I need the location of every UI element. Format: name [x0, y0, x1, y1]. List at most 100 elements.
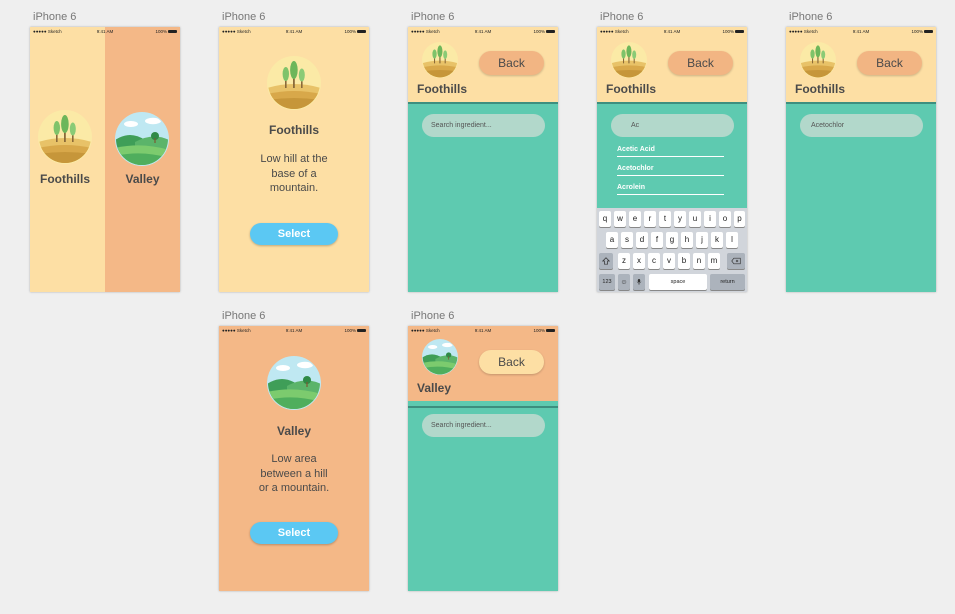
- keyboard: q w e r t y u i o p a s d f g h j k l z …: [597, 208, 747, 292]
- key[interactable]: c: [648, 253, 660, 269]
- key[interactable]: w: [614, 211, 626, 227]
- foothills-icon: [422, 42, 458, 78]
- header-bar: Foothills Back: [597, 27, 747, 102]
- back-button[interactable]: Back: [857, 51, 922, 75]
- key[interactable]: x: [633, 253, 645, 269]
- battery-percent: 100%: [911, 28, 923, 34]
- battery-icon: [924, 29, 933, 34]
- emoji-icon: ☺: [620, 279, 628, 286]
- valley-panel[interactable]: Valley: [105, 27, 180, 292]
- phone-screen: ●●●●● Sketch 9:41 AM 100% Foothills Low …: [219, 27, 369, 292]
- return-key[interactable]: return: [710, 274, 745, 290]
- description-line: mountain.: [269, 182, 319, 194]
- search-input[interactable]: Search ingredient...: [422, 414, 545, 437]
- artboard-title: iPhone 6: [600, 11, 644, 23]
- key[interactable]: h: [681, 232, 693, 248]
- status-bar: ●●●●● Sketch 9:41 AM 100%: [219, 27, 369, 35]
- phone-screen: Foothills Back ●●●●● Sketch 9:41 AM 100%…: [408, 27, 558, 292]
- battery-percent: 100%: [155, 28, 167, 34]
- suggestion-item[interactable]: Acetochlor: [617, 165, 724, 176]
- phone-screen: Foothills Back ●●●●● Sketch 9:41 AM 100%…: [786, 27, 936, 292]
- search-input[interactable]: Search ingredient...: [422, 114, 545, 137]
- key[interactable]: v: [663, 253, 675, 269]
- key[interactable]: l: [726, 232, 738, 248]
- battery-percent: 100%: [722, 28, 734, 34]
- shift-key[interactable]: [599, 253, 613, 269]
- key[interactable]: e: [629, 211, 641, 227]
- header-title: Valley: [417, 381, 452, 395]
- battery-percent: 100%: [533, 327, 545, 333]
- phone-screen: ●●●●● Sketch 9:41 AM 100% Valley Low are…: [219, 326, 369, 591]
- artboard-title: iPhone 6: [222, 310, 266, 322]
- foothills-icon: [38, 110, 92, 164]
- artboard-title: iPhone 6: [33, 11, 77, 23]
- suggestion-item[interactable]: Acrolein: [617, 184, 724, 195]
- description-line: or a mountain.: [258, 482, 330, 494]
- select-button[interactable]: Select: [250, 223, 338, 245]
- phone-screen: Valley Back ●●●●● Sketch 9:41 AM 100% Se…: [408, 326, 558, 591]
- header-divider: [786, 102, 936, 104]
- status-bar: ●●●●● Sketch 9:41 AM 100%: [30, 27, 180, 35]
- suggestion-item[interactable]: Acetic Acid: [617, 146, 724, 157]
- key[interactable]: u: [689, 211, 701, 227]
- shift-icon: [601, 257, 611, 265]
- header-divider: [597, 102, 747, 104]
- backspace-icon: [731, 257, 741, 265]
- key[interactable]: t: [659, 211, 671, 227]
- detail-title: Foothills: [269, 123, 319, 137]
- key[interactable]: m: [708, 253, 720, 269]
- search-input[interactable]: Ac: [611, 114, 734, 137]
- description-line: Low hill at the: [260, 153, 328, 165]
- select-button[interactable]: Select: [250, 522, 338, 544]
- battery-icon: [357, 328, 366, 333]
- status-bar: ●●●●● Sketch 9:41 AM 100%: [408, 27, 558, 35]
- battery-icon: [168, 29, 177, 34]
- battery-icon: [546, 29, 555, 34]
- key[interactable]: k: [711, 232, 723, 248]
- key[interactable]: g: [666, 232, 678, 248]
- detail-description: Low hill at the base of a mountain.: [219, 152, 369, 196]
- foothills-icon: [267, 56, 321, 110]
- battery-icon: [546, 328, 555, 333]
- key[interactable]: y: [674, 211, 686, 227]
- key[interactable]: o: [719, 211, 731, 227]
- status-bar: ●●●●● Sketch 9:41 AM 100%: [597, 27, 747, 35]
- key[interactable]: d: [636, 232, 648, 248]
- artboard-title: iPhone 6: [411, 11, 455, 23]
- key[interactable]: j: [696, 232, 708, 248]
- foothills-label: Foothills: [40, 172, 90, 186]
- description-line: base of a: [271, 167, 317, 180]
- valley-icon: [422, 339, 458, 375]
- key[interactable]: s: [621, 232, 633, 248]
- header-divider: [408, 406, 558, 408]
- key[interactable]: f: [651, 232, 663, 248]
- back-button[interactable]: Back: [479, 51, 544, 75]
- search-input[interactable]: Acetochlor: [800, 114, 923, 137]
- back-button[interactable]: Back: [668, 51, 733, 75]
- detail-title: Valley: [276, 424, 312, 438]
- key[interactable]: b: [678, 253, 690, 269]
- battery-icon: [735, 29, 744, 34]
- key[interactable]: r: [644, 211, 656, 227]
- back-button[interactable]: Back: [479, 350, 544, 374]
- phone-screen: ●●●●● Sketch 9:41 AM 100% Foothills Vall…: [30, 27, 180, 292]
- artboard-title: iPhone 6: [789, 11, 833, 23]
- numbers-key[interactable]: 123: [599, 274, 615, 290]
- mic-key[interactable]: [633, 274, 645, 290]
- emoji-key[interactable]: ☺: [618, 274, 630, 290]
- microphone-icon: [636, 279, 642, 285]
- space-key[interactable]: space: [649, 274, 707, 290]
- key[interactable]: n: [693, 253, 705, 269]
- artboard-title: iPhone 6: [411, 310, 455, 322]
- description-line: Low area: [271, 453, 317, 465]
- key[interactable]: z: [618, 253, 630, 269]
- key[interactable]: q: [599, 211, 611, 227]
- key[interactable]: i: [704, 211, 716, 227]
- status-bar: ●●●●● Sketch 9:41 AM 100%: [408, 326, 558, 334]
- foothills-panel[interactable]: Foothills: [30, 27, 105, 292]
- battery-percent: 100%: [344, 327, 356, 333]
- delete-key[interactable]: [727, 253, 745, 269]
- header-bar: Foothills Back: [408, 27, 558, 102]
- key[interactable]: p: [734, 211, 745, 227]
- key[interactable]: a: [606, 232, 618, 248]
